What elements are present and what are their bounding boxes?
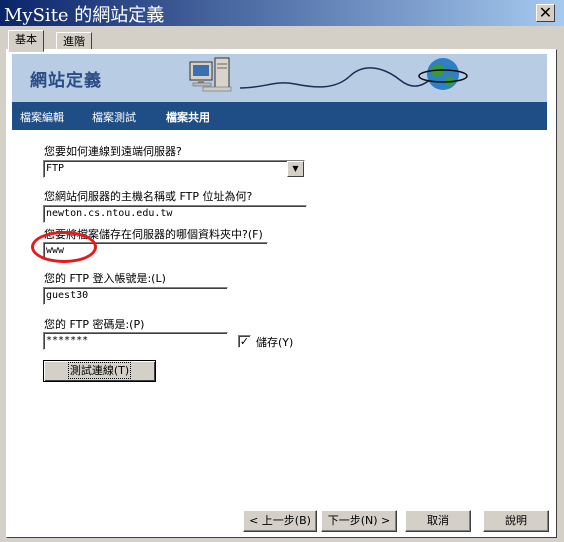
test-connection-label: 測試連線(T) bbox=[67, 362, 132, 379]
password-label: 您的 FTP 密碼是:(P) bbox=[44, 318, 145, 331]
close-button[interactable]: ✕ bbox=[536, 4, 555, 22]
nav-item-test[interactable]: 檔案測試 bbox=[92, 109, 136, 125]
globe-icon bbox=[418, 58, 468, 90]
connect-method-label: 您要如何連線到遠端伺服器? bbox=[44, 145, 182, 158]
host-input[interactable]: newton.cs.ntou.edu.tw bbox=[43, 205, 307, 223]
next-button[interactable]: 下一步(N) > bbox=[321, 510, 397, 532]
connect-method-select[interactable]: FTP bbox=[43, 160, 305, 178]
chevron-down-icon[interactable]: ▼ bbox=[287, 161, 304, 177]
banner-title: 網站定義 bbox=[30, 71, 102, 91]
cancel-button[interactable]: 取消 bbox=[405, 510, 471, 532]
back-button[interactable]: < 上一步(B) bbox=[243, 510, 317, 532]
help-button[interactable]: 說明 bbox=[483, 510, 549, 532]
save-password-label: 儲存(Y) bbox=[256, 336, 294, 349]
close-icon: ✕ bbox=[538, 3, 553, 22]
tab-advanced[interactable]: 進階 bbox=[56, 32, 92, 50]
window-title: MySite 的網站定義 bbox=[4, 5, 165, 26]
computer-icon bbox=[189, 57, 232, 92]
test-connection-button[interactable]: 測試連線(T) bbox=[43, 360, 156, 382]
login-input[interactable]: guest30 bbox=[43, 287, 228, 305]
password-input[interactable]: ******* bbox=[43, 332, 228, 350]
nav-item-edit[interactable]: 檔案編輯 bbox=[20, 109, 64, 125]
host-label: 您網站伺服器的主機名稱或 FTP 位址為何? bbox=[44, 190, 253, 203]
banner-illustration bbox=[189, 57, 468, 92]
highlight-oval bbox=[31, 231, 97, 263]
network-cable bbox=[239, 67, 436, 89]
nav-item-share[interactable]: 檔案共用 bbox=[166, 109, 210, 125]
tab-basic[interactable]: 基本 bbox=[8, 30, 44, 52]
save-password-checkbox[interactable]: ✓ bbox=[238, 335, 251, 348]
login-label: 您的 FTP 登入帳號是:(L) bbox=[44, 272, 166, 285]
